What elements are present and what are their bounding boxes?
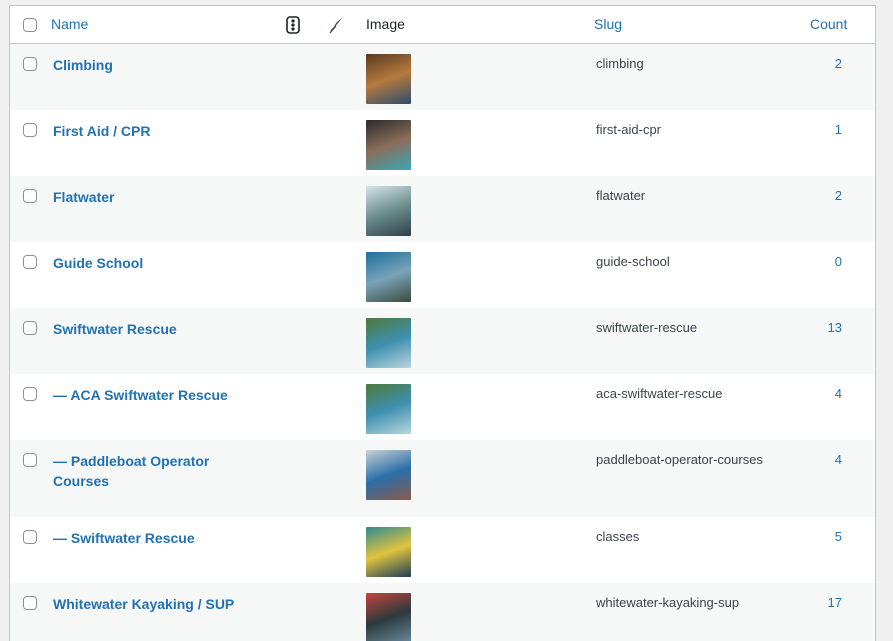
category-name-link[interactable]: Guide School: [53, 253, 253, 273]
table-row: Swiftwater Rescue swiftwater-rescue 13: [10, 308, 875, 374]
category-name-link[interactable]: — Paddleboat Operator Courses: [53, 451, 253, 491]
category-count-link[interactable]: 4: [835, 452, 842, 468]
category-name-link[interactable]: — Swiftwater Rescue: [53, 528, 253, 548]
category-slug: guide-school: [596, 254, 670, 269]
category-slug: aca-swiftwater-rescue: [596, 386, 723, 401]
row-checkbox[interactable]: [23, 255, 37, 269]
table-row: — ACA Swiftwater Rescue aca-swiftwater-re…: [10, 374, 875, 440]
table-row: — Paddleboat Operator Courses paddleboat-…: [10, 440, 875, 517]
table-row: — Swiftwater Rescue classes 5: [10, 517, 875, 583]
category-thumbnail: [366, 186, 411, 236]
category-thumbnail: [366, 318, 411, 368]
table-row: Guide School guide-school 0: [10, 242, 875, 308]
category-name-link[interactable]: — ACA Swiftwater Rescue: [53, 385, 253, 405]
traffic-light-icon[interactable]: [285, 16, 301, 34]
category-slug: flatwater: [596, 188, 646, 203]
row-checkbox[interactable]: [23, 596, 37, 610]
table-body: Climbing climbing 2 First Aid / CPR first-ai…: [10, 44, 875, 641]
category-count-link[interactable]: 2: [835, 188, 842, 204]
row-checkbox[interactable]: [23, 321, 37, 335]
category-thumbnail: [366, 593, 411, 641]
table-header: Name Image Slug Count: [10, 6, 875, 44]
category-count-link[interactable]: 5: [835, 529, 842, 545]
row-checkbox[interactable]: [23, 453, 37, 467]
column-slug-sort[interactable]: Slug: [594, 6, 622, 43]
category-count-link[interactable]: 2: [835, 56, 842, 72]
category-slug: climbing: [596, 56, 644, 71]
category-slug: classes: [596, 529, 640, 544]
category-slug: swiftwater-rescue: [596, 320, 698, 335]
category-count-link[interactable]: 13: [828, 320, 842, 336]
category-name-link[interactable]: Swiftwater Rescue: [53, 319, 253, 339]
table-row: Whitewater Kayaking / SUP whitewater-kaya…: [10, 583, 875, 641]
table-row: Climbing climbing 2: [10, 44, 875, 110]
category-count-link[interactable]: 17: [828, 595, 842, 611]
category-thumbnail: [366, 252, 411, 302]
category-thumbnail: [366, 450, 411, 500]
row-checkbox[interactable]: [23, 189, 37, 203]
category-thumbnail: [366, 120, 411, 170]
column-image: Image: [366, 16, 405, 32]
categories-table: Name Image Slug Count Climbing climbing 2 F…: [9, 5, 876, 641]
category-name-link[interactable]: Climbing: [53, 55, 253, 75]
category-count-link[interactable]: 1: [835, 122, 842, 138]
category-name-link[interactable]: Flatwater: [53, 187, 253, 207]
category-thumbnail: [366, 527, 411, 577]
select-all-checkbox[interactable]: [23, 18, 37, 32]
category-name-link[interactable]: Whitewater Kayaking / SUP: [53, 594, 253, 614]
category-name-link[interactable]: First Aid / CPR: [53, 121, 253, 141]
column-count-sort[interactable]: Count: [810, 6, 847, 43]
row-checkbox[interactable]: [23, 530, 37, 544]
row-checkbox[interactable]: [23, 387, 37, 401]
row-checkbox[interactable]: [23, 57, 37, 71]
category-slug: paddleboat-operator-courses: [596, 452, 763, 467]
category-count-link[interactable]: 4: [835, 386, 842, 402]
column-name-sort[interactable]: Name: [51, 6, 88, 43]
category-thumbnail: [366, 384, 411, 434]
category-slug: first-aid-cpr: [596, 122, 662, 137]
feather-icon[interactable]: [328, 16, 344, 34]
row-checkbox[interactable]: [23, 123, 37, 137]
table-row: First Aid / CPR first-aid-cpr 1: [10, 110, 875, 176]
category-thumbnail: [366, 54, 411, 104]
category-count-link[interactable]: 0: [835, 254, 842, 270]
category-slug: whitewater-kayaking-sup: [596, 595, 740, 610]
table-row: Flatwater flatwater 2: [10, 176, 875, 242]
